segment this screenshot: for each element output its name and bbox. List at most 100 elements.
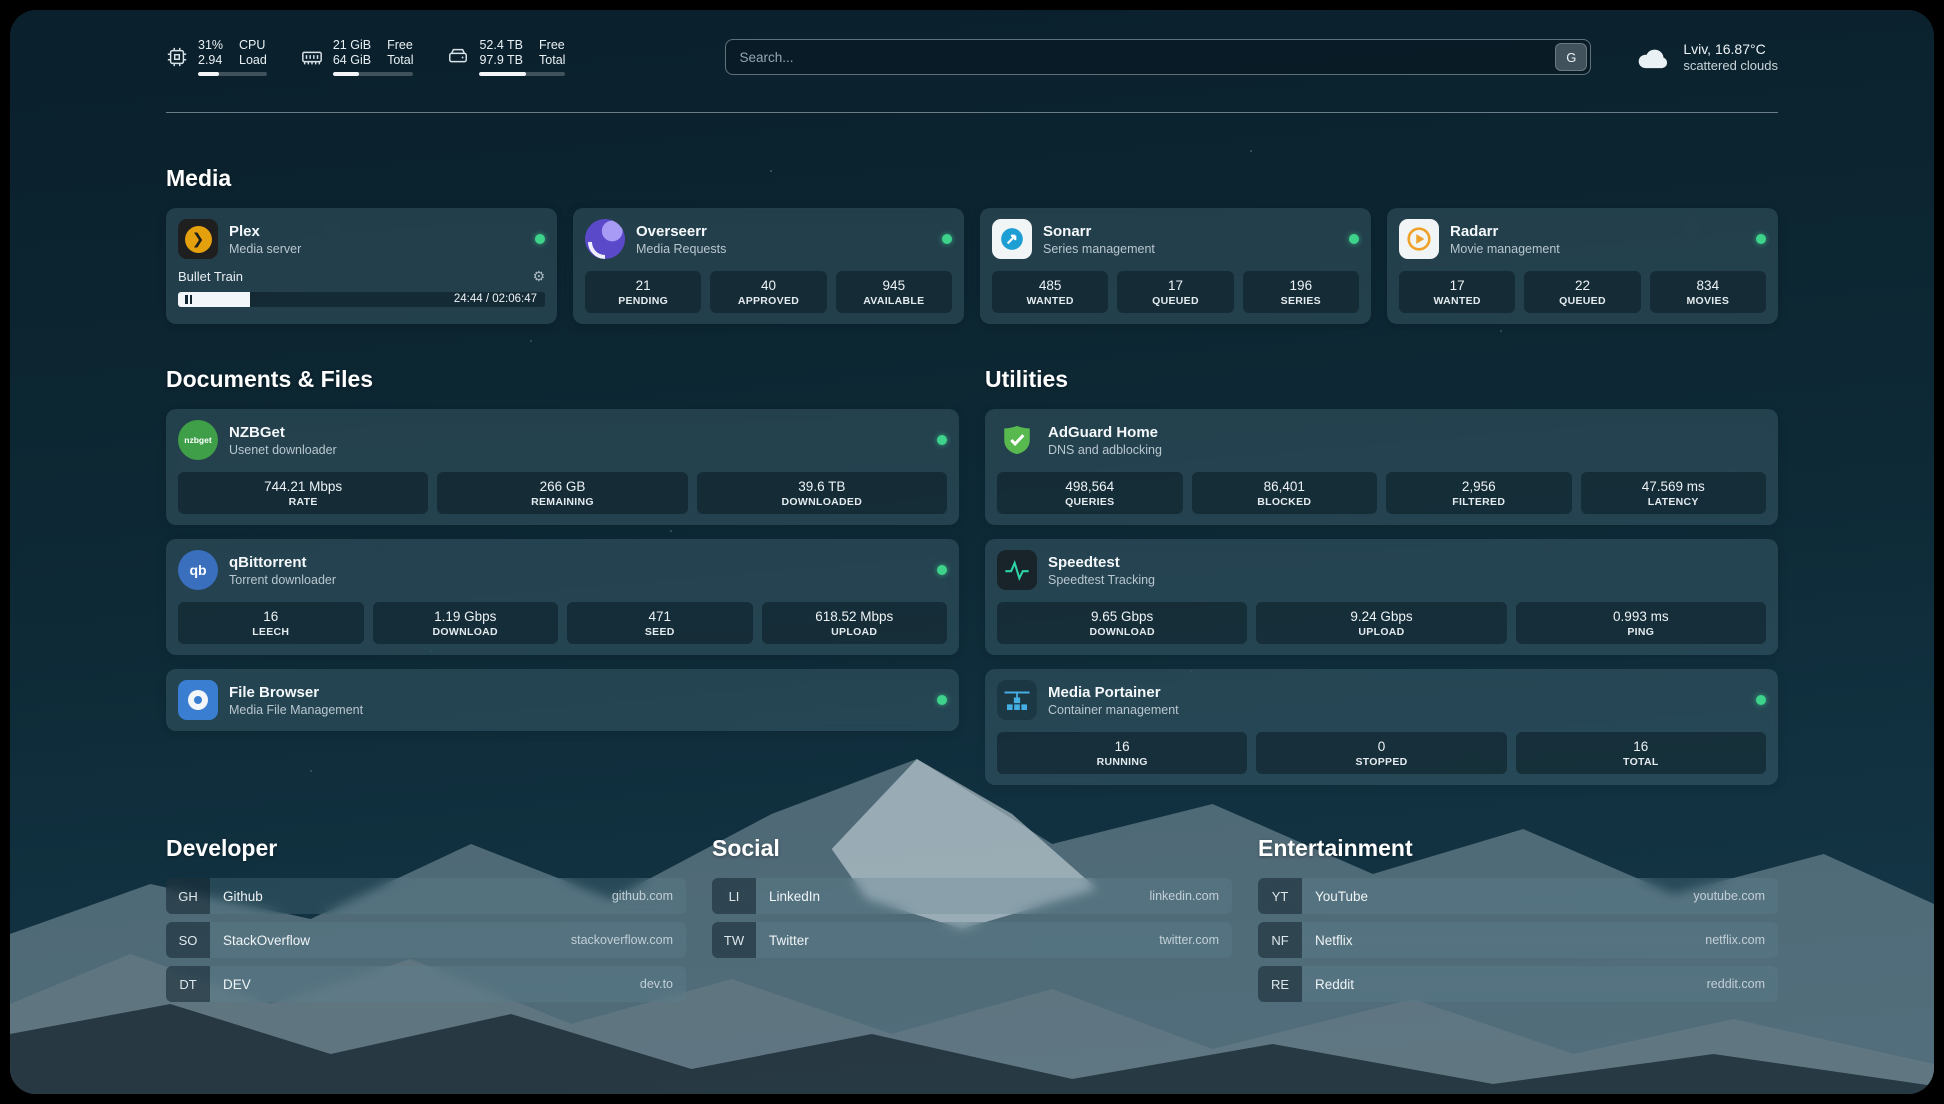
- status-online-dot: [1349, 234, 1359, 244]
- stat-queued: 17 QUEUED: [1117, 271, 1233, 313]
- speedtest-icon: [997, 550, 1037, 590]
- service-subtitle: Container management: [1048, 702, 1179, 718]
- playback-time: 24:44 / 02:06:47: [454, 293, 537, 305]
- status-online-dot: [942, 234, 952, 244]
- bookmark-abbr: LI: [712, 878, 756, 914]
- bookmark-url: twitter.com: [1159, 933, 1219, 947]
- section-title-utilities: Utilities: [985, 366, 1778, 393]
- settings-gear-icon[interactable]: ⚙: [532, 268, 545, 285]
- service-card-qbittorrent[interactable]: qb qBittorrent Torrent downloader 16 LEE…: [166, 539, 959, 655]
- bookmark-name: Reddit: [1315, 977, 1354, 992]
- bookmark-url: youtube.com: [1693, 889, 1765, 903]
- qbittorrent-icon: qb: [178, 550, 218, 590]
- media-grid: ❯ Plex Media server Bullet Train ⚙ 24:44…: [166, 208, 1778, 324]
- bookmark-name: Github: [223, 889, 263, 904]
- bookmark-reddit[interactable]: RE Reddit reddit.com: [1258, 966, 1778, 1002]
- bookmark-netflix[interactable]: NF Netflix netflix.com: [1258, 922, 1778, 958]
- search-provider-button[interactable]: G: [1555, 43, 1587, 71]
- stat-latency: 47.569 ms LATENCY: [1581, 472, 1767, 514]
- memory-widget: 21 GiB Free 64 GiB Total: [301, 38, 414, 76]
- service-card-sonarr[interactable]: Sonarr Series management 485 WANTED 17 Q…: [980, 208, 1371, 324]
- bookmark-url: netflix.com: [1705, 933, 1765, 947]
- service-subtitle: Media File Management: [229, 702, 363, 718]
- service-subtitle: Media Requests: [636, 241, 726, 257]
- service-name: AdGuard Home: [1048, 423, 1162, 442]
- stat-wanted: 17 WANTED: [1399, 271, 1515, 313]
- bookmark-name: Netflix: [1315, 933, 1353, 948]
- service-card-speedtest[interactable]: Speedtest Speedtest Tracking 9.65 Gbps D…: [985, 539, 1778, 655]
- bookmark-name: StackOverflow: [223, 933, 310, 948]
- bookmark-dev[interactable]: DT DEV dev.to: [166, 966, 686, 1002]
- bookmark-url: linkedin.com: [1150, 889, 1219, 903]
- status-online-dot: [937, 565, 947, 575]
- bookmark-abbr: NF: [1258, 922, 1302, 958]
- service-card-radarr[interactable]: Radarr Movie management 17 WANTED 22 QUE…: [1387, 208, 1778, 324]
- service-name: NZBGet: [229, 423, 337, 442]
- filebrowser-icon: [178, 680, 218, 720]
- disk-progress-bar: [479, 72, 565, 76]
- disk-free-value: 52.4 TB: [479, 38, 523, 52]
- radarr-icon: [1399, 219, 1439, 259]
- bookmark-abbr: YT: [1258, 878, 1302, 914]
- cloud-icon: [1635, 42, 1673, 72]
- service-name: Speedtest: [1048, 553, 1155, 572]
- stat-download: 1.19 Gbps DOWNLOAD: [373, 602, 559, 644]
- service-card-portainer[interactable]: Media Portainer Container management 16 …: [985, 669, 1778, 785]
- sonarr-icon: [992, 219, 1032, 259]
- weather-widget[interactable]: Lviv, 16.87°C scattered clouds: [1635, 41, 1778, 74]
- bookmark-group-developer: Developer GH Github github.com SO StackO…: [166, 835, 686, 1002]
- stat-remaining: 266 GB REMAINING: [437, 472, 687, 514]
- bookmark-name: YouTube: [1315, 889, 1368, 904]
- stat-queries: 498,564 QUERIES: [997, 472, 1183, 514]
- plex-icon: ❯: [178, 219, 218, 259]
- service-subtitle: Media server: [229, 241, 301, 257]
- bookmark-abbr: GH: [166, 878, 210, 914]
- stat-pending: 21 PENDING: [585, 271, 701, 313]
- service-name: Plex: [229, 222, 301, 241]
- utilities-column: Utilities AdGuard Home DNS and adblockin…: [985, 366, 1778, 785]
- service-card-adguard[interactable]: AdGuard Home DNS and adblocking 498,564 …: [985, 409, 1778, 525]
- weather-location: Lviv, 16.87°C: [1683, 41, 1778, 58]
- stat-queued: 22 QUEUED: [1524, 271, 1640, 313]
- adguard-icon: [997, 420, 1037, 460]
- playback-progress-bar[interactable]: 24:44 / 02:06:47: [178, 292, 545, 307]
- stat-blocked: 86,401 BLOCKED: [1192, 472, 1378, 514]
- service-name: File Browser: [229, 683, 363, 702]
- status-online-dot: [1756, 695, 1766, 705]
- stat-stopped: 0 STOPPED: [1256, 732, 1506, 774]
- bookmark-url: stackoverflow.com: [571, 933, 673, 947]
- cpu-widget: 31% CPU 2.94 Load: [166, 38, 267, 76]
- service-card-filebrowser[interactable]: File Browser Media File Management: [166, 669, 959, 731]
- status-online-dot: [535, 234, 545, 244]
- section-title-social: Social: [712, 835, 1232, 862]
- cpu-usage-value: 31%: [198, 38, 223, 52]
- cpu-icon: [166, 46, 188, 68]
- pause-icon[interactable]: [185, 295, 192, 304]
- snow-specks: [10, 10, 12, 12]
- weather-condition: scattered clouds: [1683, 58, 1778, 74]
- stat-approved: 40 APPROVED: [710, 271, 826, 313]
- memory-total-value: 64 GiB: [333, 53, 371, 67]
- bookmark-abbr: RE: [1258, 966, 1302, 1002]
- bookmark-github[interactable]: GH Github github.com: [166, 878, 686, 914]
- bookmark-twitter[interactable]: TW Twitter twitter.com: [712, 922, 1232, 958]
- bookmark-youtube[interactable]: YT YouTube youtube.com: [1258, 878, 1778, 914]
- service-card-overseerr[interactable]: Overseerr Media Requests 21 PENDING 40 A…: [573, 208, 964, 324]
- bookmark-stackoverflow[interactable]: SO StackOverflow stackoverflow.com: [166, 922, 686, 958]
- stat-leech: 16 LEECH: [178, 602, 364, 644]
- cpu-load-value: 2.94: [198, 53, 223, 67]
- service-card-plex[interactable]: ❯ Plex Media server Bullet Train ⚙ 24:44…: [166, 208, 557, 324]
- stat-seed: 471 SEED: [567, 602, 753, 644]
- section-title-entertainment: Entertainment: [1258, 835, 1778, 862]
- search-bar: G: [725, 39, 1591, 75]
- section-title-documents: Documents & Files: [166, 366, 959, 393]
- bookmark-linkedin[interactable]: LI LinkedIn linkedin.com: [712, 878, 1232, 914]
- service-card-nzbget[interactable]: nzbget NZBGet Usenet downloader 744.21 M…: [166, 409, 959, 525]
- disk-icon: [447, 46, 469, 68]
- search-input[interactable]: [729, 50, 1555, 65]
- stat-rate: 744.21 Mbps RATE: [178, 472, 428, 514]
- stat-ping: 0.993 ms PING: [1516, 602, 1766, 644]
- service-name: Sonarr: [1043, 222, 1155, 241]
- bookmark-name: DEV: [223, 977, 251, 992]
- service-name: Radarr: [1450, 222, 1560, 241]
